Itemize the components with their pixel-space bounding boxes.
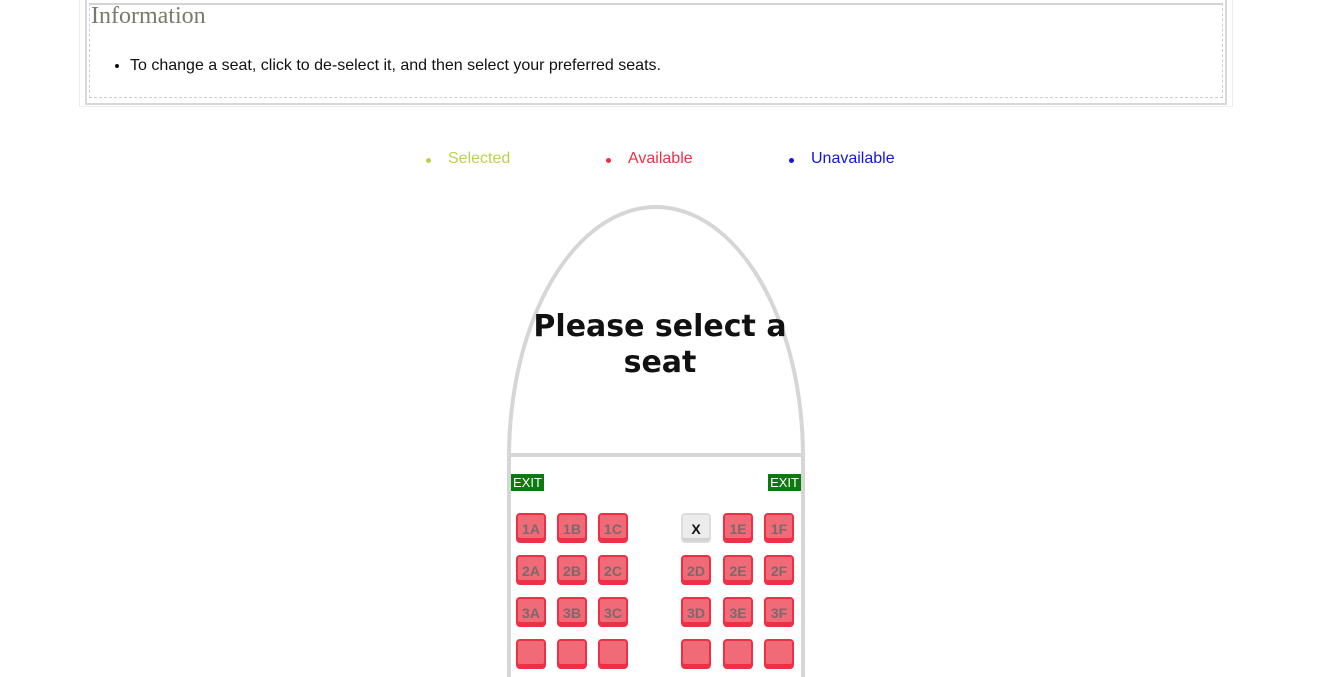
seat-2f[interactable]: 2F — [764, 555, 794, 585]
seat-2d[interactable]: 2D — [681, 555, 711, 585]
seat-2b[interactable]: 2B — [557, 555, 587, 585]
available-dot-icon — [606, 158, 611, 163]
selected-dot-icon — [426, 158, 431, 163]
unavailable-dot-icon — [789, 158, 794, 163]
seat-3e[interactable]: 3E — [723, 597, 753, 627]
airplane-cabin: EXIT EXIT 1A 1B 1C X 1E 1F 2A 2B 2C 2D 2… — [507, 457, 805, 677]
legend-selected-label: Selected — [448, 150, 511, 167]
information-panel-content: Information To change a seat, click to d… — [89, 3, 1223, 98]
exit-sign-left: EXIT — [511, 474, 544, 491]
information-item: To change a seat, click to de-select it,… — [130, 57, 661, 75]
seat-1c[interactable]: 1C — [598, 513, 628, 543]
seat-2c[interactable]: 2C — [598, 555, 628, 585]
seat-4b[interactable] — [557, 639, 587, 669]
seat-4c[interactable] — [598, 639, 628, 669]
airplane-seat-map: Please select a seat EXIT EXIT 1A 1B 1C … — [507, 205, 805, 677]
seat-3c[interactable]: 3C — [598, 597, 628, 627]
seat-3a[interactable]: 3A — [516, 597, 546, 627]
seat-3d[interactable]: 3D — [681, 597, 711, 627]
information-title: Information — [91, 3, 206, 29]
seat-4d[interactable] — [681, 639, 711, 669]
seat-2e[interactable]: 2E — [723, 555, 753, 585]
information-panel-frame: Information To change a seat, click to d… — [85, 0, 1227, 105]
seat-1b[interactable]: 1B — [557, 513, 587, 543]
seat-1e[interactable]: 1E — [723, 513, 753, 543]
seat-legend: Selected Available Unavailable — [0, 150, 1331, 170]
airplane-nose: Please select a seat — [507, 205, 805, 457]
seat-4f[interactable] — [764, 639, 794, 669]
seat-4e[interactable] — [723, 639, 753, 669]
exit-sign-right: EXIT — [768, 474, 801, 491]
information-panel: Information To change a seat, click to d… — [79, 0, 1233, 107]
seat-1f[interactable]: 1F — [764, 513, 794, 543]
seat-1d-unavailable: X — [681, 513, 711, 543]
seat-3f[interactable]: 3F — [764, 597, 794, 627]
seat-1a[interactable]: 1A — [516, 513, 546, 543]
select-seat-prompt: Please select a seat — [533, 309, 787, 380]
seat-3b[interactable]: 3B — [557, 597, 587, 627]
seat-4a[interactable] — [516, 639, 546, 669]
seat-2a[interactable]: 2A — [516, 555, 546, 585]
legend-unavailable-label: Unavailable — [811, 150, 895, 167]
information-list: To change a seat, click to de-select it,… — [130, 57, 661, 75]
legend-available-label: Available — [628, 150, 693, 167]
